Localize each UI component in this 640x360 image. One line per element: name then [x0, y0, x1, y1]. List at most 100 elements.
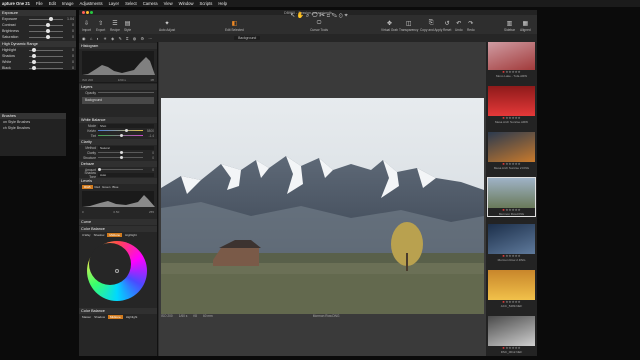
menu-layer[interactable]: Layer [109, 1, 119, 6]
image-browser: ■ ★★★★★ Mono Lake - Tufa.ARW ■ ★★★★★ Mesa A… [486, 42, 537, 356]
menu-file[interactable]: File [36, 1, 43, 6]
opacity-slider[interactable] [98, 92, 154, 93]
browser-thumbnail[interactable]: ■ ★★★★★ Mesa Arch Sunrise 2.DNG [488, 132, 535, 170]
hdr-slider[interactable] [29, 60, 63, 64]
hdr-label: Black [2, 66, 11, 70]
browser-thumbnail[interactable]: ■ ★★★★★ Mormon Row.DNG [487, 177, 536, 217]
wb-mode-select[interactable]: Shot [98, 123, 154, 128]
redo-icon: ↷ [468, 21, 474, 27]
menu-select[interactable]: Select [125, 1, 137, 6]
reset-button[interactable]: ↺ Reset [443, 20, 451, 32]
menu-window[interactable]: Window [179, 1, 194, 6]
main-window: DB960 - Session.cosessiondb ⇩ Import ⇧ Exp… [79, 10, 537, 356]
maximize-window-button[interactable] [90, 11, 93, 14]
color-balance-tab[interactable]: Highlight [126, 315, 138, 319]
brush-item[interactable]: ch Style Brushes [0, 125, 66, 131]
thumbnail-image [488, 86, 535, 116]
redo-button[interactable]: ↷ Redo [467, 20, 475, 32]
thumbnail-filename: ACC_5489.NEF [500, 304, 523, 308]
hdr-label: Highlight [2, 48, 16, 52]
thumbnail-filename: Mormon Row 2.DNG [497, 258, 526, 262]
menu-scripts[interactable]: Scripts [200, 1, 213, 6]
color-balance-bottom-tabs: Master Shadow Midtone Highlight [79, 314, 157, 319]
exposure-slider[interactable] [29, 23, 63, 27]
clarity-slider[interactable] [98, 150, 143, 155]
browser-thumbnail[interactable]: ■ ★★★★★ Mormon Row 2.DNG [488, 224, 535, 262]
browser-thumbnail[interactable]: ■ ★★★★★ Mesa Arch Sunrise.ARW [488, 86, 535, 124]
layer-select-dropdown[interactable]: Background [234, 36, 261, 40]
wheel-handle[interactable] [115, 269, 119, 273]
style-button[interactable]: ▤ Style [124, 20, 131, 32]
menu-bar: apture One 21 File Edit Image Adjustment… [0, 0, 640, 7]
levels-tab[interactable]: Green [102, 185, 110, 189]
exposure-slider[interactable] [29, 29, 63, 33]
kelvin-slider[interactable] [98, 128, 143, 133]
exposure-label: Brightness [2, 29, 19, 33]
shadow-tone-select[interactable]: Auto [98, 172, 154, 177]
color-balance-tab[interactable]: Shadow [94, 315, 105, 319]
main-photo[interactable] [161, 98, 484, 314]
menu-edit[interactable]: Edit [49, 1, 56, 6]
menu-view[interactable]: View [164, 1, 173, 6]
minimize-window-button[interactable] [86, 11, 89, 14]
menu-help[interactable]: Help [218, 1, 227, 6]
levels-tab[interactable]: RGB [82, 184, 93, 189]
copy-apply-button[interactable]: ⎘ Copy and Apply [420, 20, 442, 32]
recipe-button[interactable]: ☰ Recipe [110, 20, 120, 32]
export-button[interactable]: ⇧ Export [96, 20, 105, 32]
tool-tab-icons[interactable]: ◉ ⌂ ◐ ☀ ◈ ✎ ⌗ ◍ ⚙ ⋯ [82, 36, 154, 41]
clarity-method-select[interactable]: Natural [98, 145, 154, 150]
histogram-header[interactable]: Histogram [79, 43, 157, 49]
layers-opacity-row: Opacity [79, 90, 157, 95]
cursor-tools-group[interactable]: ↖ ✋ ⌕ ⟲ ✂ ◻ ✎ ⊙ ⌖ ⎔ Cursor Tools [289, 12, 349, 32]
undo-button[interactable]: ↶ Undo [455, 20, 463, 32]
menu-camera[interactable]: Camera [143, 1, 158, 6]
levels-tab[interactable]: Blue [112, 185, 118, 189]
transparency-button[interactable]: ◫ Transparency [399, 20, 418, 32]
color-balance-tab[interactable]: Highlight [125, 233, 137, 237]
thumbnail-filename: Mormon Row.DNG [498, 212, 525, 216]
levels-histogram[interactable] [82, 191, 155, 207]
histogram-graph [82, 51, 155, 75]
exposure-slider[interactable] [29, 35, 63, 39]
color-balance-tab[interactable]: Shadow [94, 233, 105, 237]
levels-curve [82, 195, 155, 207]
dehaze-amount-slider[interactable] [98, 167, 143, 172]
layer-row-background[interactable]: Background [82, 97, 154, 104]
auto-adjust-button[interactable]: ✦ Auto Adjust [159, 20, 175, 32]
color-wheel-area [79, 237, 157, 307]
undo-icon: ↶ [456, 21, 462, 27]
exposure-value: 1.04 [67, 17, 74, 21]
exposure-slider[interactable] [29, 17, 63, 21]
tint-slider[interactable] [98, 133, 143, 138]
thumbnail-image [488, 178, 535, 208]
copy-apply-icon: ⎘ [428, 20, 434, 26]
browser-thumbnail[interactable]: ■ ★★★★★ Mono Lake - Tufa.ARW [488, 42, 535, 78]
close-window-button[interactable] [82, 11, 85, 14]
color-balance-tab[interactable]: Midtone [107, 232, 123, 237]
image-viewer[interactable]: ISO 200 1/60 s f/8 60 mm Mormon Row.DNG [159, 42, 486, 356]
hdr-slider[interactable] [29, 48, 63, 52]
virtual-grab-button[interactable]: ✥ Virtual Grab [381, 20, 398, 32]
app-name-menu[interactable]: apture One 21 [2, 1, 30, 6]
structure-slider[interactable] [98, 155, 143, 160]
hdr-label: Shadow [2, 54, 15, 58]
aligned-view-button[interactable]: ▦ Aligned [520, 20, 531, 32]
edit-selected-button[interactable]: ◧ Edit Selected [225, 20, 244, 32]
browser-thumbnail[interactable]: ■ ★★★★★ DSC_0012.NEF [488, 316, 535, 354]
color-balance-tab[interactable]: 3-Way [82, 233, 91, 237]
levels-tabs: RGB Red Green Blue [79, 184, 157, 189]
menu-image[interactable]: Image [62, 1, 74, 6]
browser-thumbnail[interactable]: ■ ★★★★★ ACC_5489.NEF [488, 270, 535, 308]
import-button[interactable]: ⇩ Import [82, 20, 91, 32]
curve-header[interactable]: Curve [79, 219, 157, 225]
sidebar-toggle-button[interactable]: ▥ Sidebar [504, 20, 515, 32]
thumbnail-image [488, 316, 535, 346]
color-balance-tab[interactable]: Master [82, 315, 91, 319]
thumbnail-filename: Mono Lake - Tufa.ARW [495, 74, 528, 78]
hdr-slider[interactable] [29, 54, 63, 58]
color-balance-tab[interactable]: Midtone [108, 314, 123, 319]
hdr-slider[interactable] [29, 66, 63, 70]
levels-tab[interactable]: Red [95, 185, 101, 189]
menu-adjustments[interactable]: Adjustments [80, 1, 103, 6]
